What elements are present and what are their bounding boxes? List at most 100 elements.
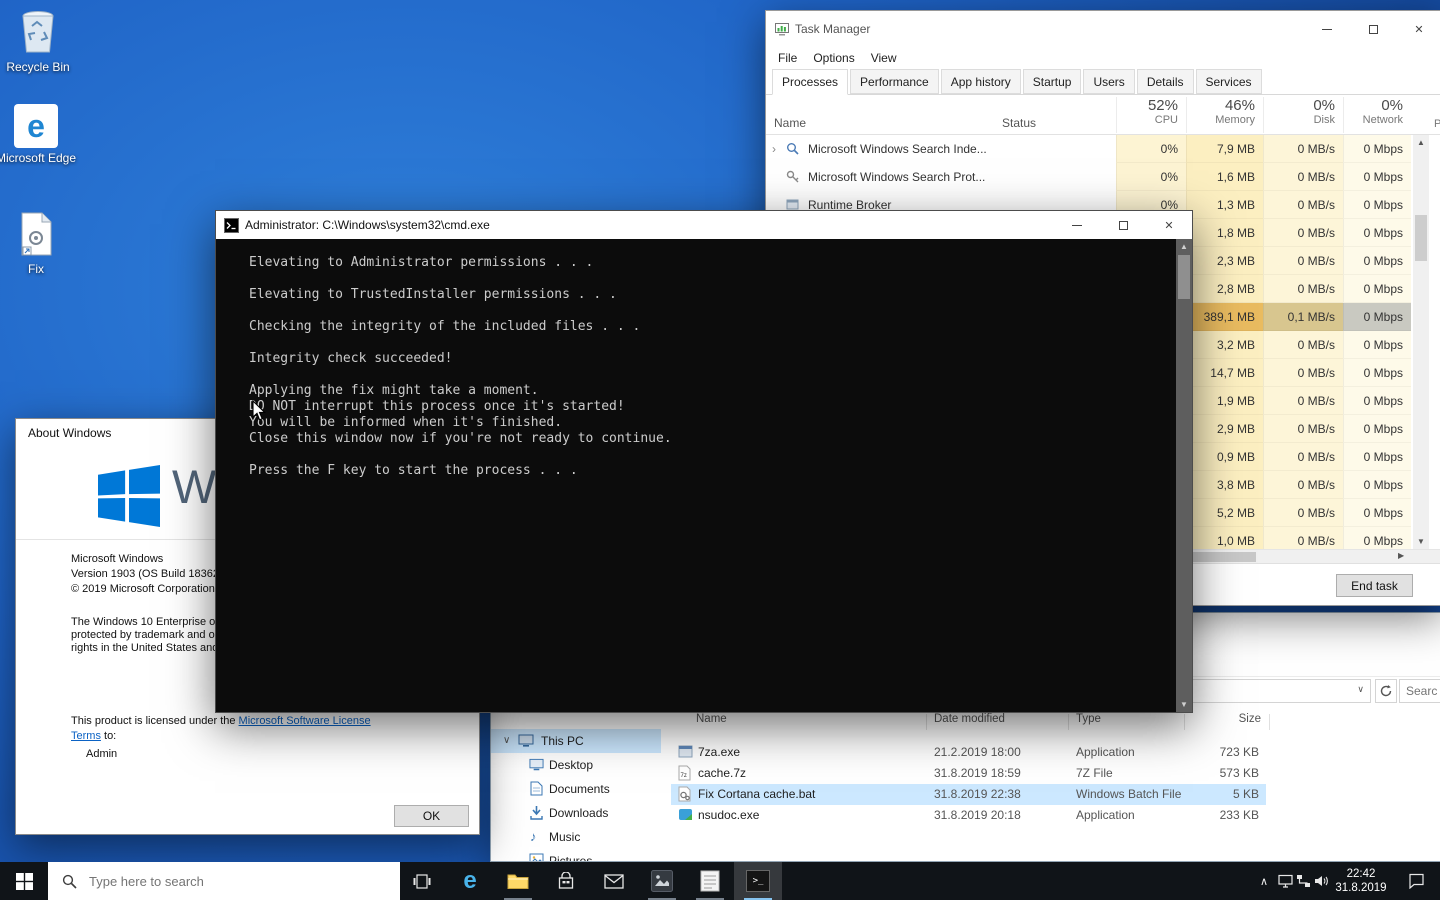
task-manager-icon: [775, 22, 789, 36]
taskbar: e >_ ∧ 22:42 31.8.2019: [0, 862, 1440, 900]
license-terms-link[interactable]: Terms: [71, 730, 101, 742]
task-manager-menubar: File Options View: [766, 47, 1440, 69]
taskbar-app-1[interactable]: [638, 862, 686, 900]
licensee-name: Admin: [86, 748, 117, 760]
refresh-button[interactable]: [1375, 679, 1397, 703]
folder-icon: [507, 872, 529, 890]
task-view-button[interactable]: [400, 862, 444, 900]
address-dropdown-icon[interactable]: ∨: [1357, 684, 1364, 695]
process-row[interactable]: ›Microsoft Windows Search Inde... 0% 7,9…: [766, 135, 1411, 163]
explorer-search-box[interactable]: [1399, 679, 1440, 703]
sidebar-item-this-pc[interactable]: ∨ This PC: [491, 729, 661, 753]
col-network[interactable]: 0%Network: [1343, 97, 1411, 133]
scrollbar-thumb[interactable]: [1415, 215, 1427, 261]
sidebar-item-music[interactable]: ♪ Music: [491, 825, 661, 849]
network-cell: 0 Mbps: [1343, 499, 1411, 527]
sidebar-item-downloads[interactable]: Downloads: [491, 801, 661, 825]
file-size: 573 KB: [1171, 763, 1259, 784]
clock-time: 22:42: [1328, 867, 1394, 881]
column-header-type[interactable]: Type: [1076, 713, 1101, 725]
sidebar-item-documents[interactable]: Documents: [491, 777, 661, 801]
column-header-size[interactable]: Size: [1186, 713, 1261, 725]
sidebar-item-pictures[interactable]: Pictures: [491, 849, 661, 862]
menu-options[interactable]: Options: [805, 51, 862, 65]
task-manager-titlebar[interactable]: Task Manager ✕: [766, 11, 1440, 47]
maximize-button[interactable]: [1100, 211, 1146, 239]
scroll-up-icon[interactable]: ▲: [1176, 242, 1192, 251]
col-disk[interactable]: 0%Disk: [1263, 97, 1343, 133]
console-output: Elevating to Administrator permissions .…: [249, 255, 672, 479]
tab-performance[interactable]: Performance: [850, 69, 939, 94]
menu-view[interactable]: View: [863, 51, 905, 65]
network-cell: 0 Mbps: [1343, 219, 1411, 247]
desktop-icon-edge[interactable]: e Microsoft Edge: [0, 104, 78, 165]
tab-processes[interactable]: Processes: [772, 69, 848, 95]
process-row[interactable]: Microsoft Windows Search Prot... 0% 1,6 …: [766, 163, 1411, 191]
cmd-titlebar[interactable]: Administrator: C:\Windows\system32\cmd.e…: [216, 211, 1192, 239]
tab-startup[interactable]: Startup: [1023, 69, 1082, 94]
tab-details[interactable]: Details: [1137, 69, 1194, 94]
ok-button[interactable]: OK: [394, 805, 469, 827]
desktop-icon-fix[interactable]: Fix: [0, 212, 78, 276]
file-row[interactable]: 7z cache.7z31.8.2019 18:597Z File573 KB: [671, 763, 1266, 784]
start-button[interactable]: [0, 862, 48, 900]
scroll-down-icon[interactable]: ▼: [1176, 700, 1192, 709]
console-scrollbar[interactable]: ▲▼: [1176, 239, 1192, 712]
license-terms-link[interactable]: Microsoft Software License: [239, 715, 371, 727]
menu-file[interactable]: File: [770, 51, 805, 65]
desktop-icon-recycle-bin[interactable]: Recycle Bin: [0, 8, 80, 74]
col-memory[interactable]: 46%Memory: [1186, 97, 1263, 133]
file-size: 233 KB: [1171, 805, 1259, 826]
scroll-down-icon[interactable]: ▼: [1413, 537, 1429, 546]
end-task-button[interactable]: End task: [1336, 574, 1413, 597]
tree-expand-icon[interactable]: ∨: [503, 729, 510, 753]
task-manager-tabs: Processes Performance App history Startu…: [766, 69, 1440, 95]
close-button[interactable]: ✕: [1396, 11, 1440, 47]
taskbar-store[interactable]: [542, 862, 590, 900]
file-row-selected[interactable]: Fix Cortana cache.bat31.8.2019 22:38Wind…: [671, 784, 1266, 805]
col-cpu[interactable]: 52%CPU: [1116, 97, 1186, 133]
column-header-date-modified[interactable]: Date modified: [934, 713, 1005, 725]
about-text: Version 1903 (OS Build 18362.: [71, 568, 222, 580]
taskbar-mail[interactable]: [590, 862, 638, 900]
disk-cell: 0 MB/s: [1263, 247, 1343, 275]
scroll-up-icon[interactable]: ▲: [1413, 138, 1429, 147]
taskbar-search-input[interactable]: [89, 874, 369, 889]
column-header-name[interactable]: Name: [696, 713, 727, 725]
minimize-button[interactable]: [1054, 211, 1100, 239]
maximize-button[interactable]: [1350, 11, 1396, 47]
file-row[interactable]: nsudoc.exe31.8.2019 20:18Application233 …: [671, 805, 1266, 826]
file-row[interactable]: 7za.exe21.2.2019 18:00Application723 KB: [671, 742, 1266, 763]
task-view-icon: [413, 874, 431, 889]
col-status[interactable]: Status: [1002, 116, 1036, 130]
tab-users[interactable]: Users: [1083, 69, 1134, 94]
taskbar-edge[interactable]: e: [446, 862, 494, 900]
disk-cell: 0 MB/s: [1263, 275, 1343, 303]
windows-wordmark: W: [172, 459, 216, 514]
cpu-cell: 0%: [1116, 163, 1186, 191]
network-cell: 0 Mbps: [1343, 163, 1411, 191]
tray-display[interactable]: [1276, 862, 1294, 900]
taskbar-file-explorer[interactable]: [494, 862, 542, 900]
taskbar-cmd[interactable]: >_: [734, 862, 782, 900]
vertical-scrollbar[interactable]: ▲▼: [1413, 135, 1429, 549]
taskbar-app-2[interactable]: [686, 862, 734, 900]
memory-cell: 0,9 MB: [1186, 443, 1263, 471]
tab-services[interactable]: Services: [1196, 69, 1262, 94]
tray-show-hidden-icons[interactable]: ∧: [1252, 862, 1276, 900]
scrollbar-thumb[interactable]: [1178, 255, 1190, 299]
minimize-button[interactable]: [1304, 11, 1350, 47]
col-name[interactable]: Name: [774, 116, 806, 130]
explorer-search-input[interactable]: [1400, 680, 1440, 702]
tray-network[interactable]: [1294, 862, 1312, 900]
taskbar-clock[interactable]: 22:42 31.8.2019: [1328, 867, 1394, 895]
scroll-right-icon[interactable]: ▶: [1398, 551, 1404, 560]
action-center-button[interactable]: [1396, 862, 1436, 900]
close-button[interactable]: ✕: [1146, 211, 1192, 239]
taskbar-search-box[interactable]: [48, 862, 400, 900]
memory-cell: 1,9 MB: [1186, 387, 1263, 415]
sidebar-item-desktop[interactable]: Desktop: [491, 753, 661, 777]
about-text: Microsoft Windows: [71, 553, 163, 565]
tab-app-history[interactable]: App history: [941, 69, 1021, 94]
expand-chevron-icon[interactable]: ›: [772, 135, 776, 163]
